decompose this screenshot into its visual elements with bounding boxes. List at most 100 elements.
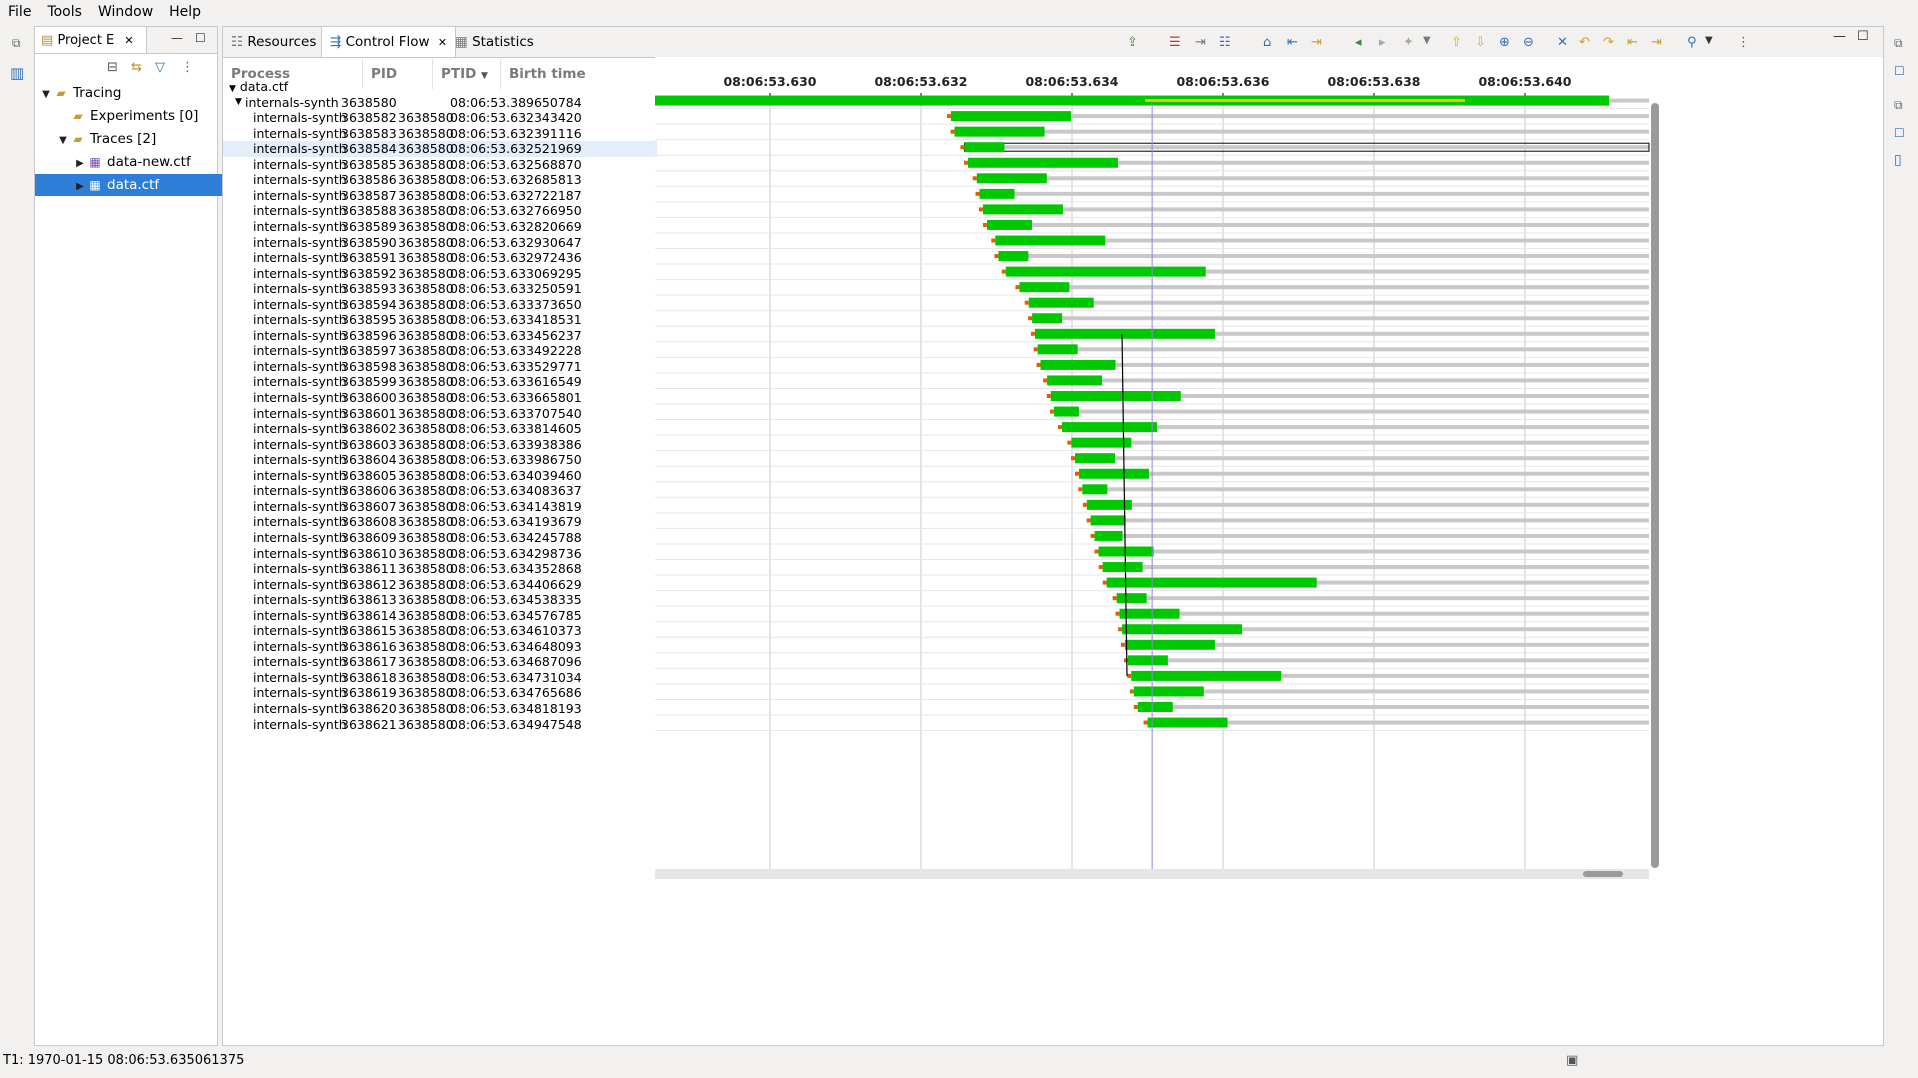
optimize-icon[interactable]: ☰ bbox=[1169, 35, 1181, 50]
maximize-icon[interactable]: ☐ bbox=[195, 31, 206, 45]
follow-back-icon[interactable]: ↶ bbox=[1579, 35, 1590, 50]
legend-icon[interactable]: ☷ bbox=[1219, 35, 1231, 50]
menu-file[interactable]: File bbox=[0, 0, 39, 20]
restore-icon[interactable]: ⧉ bbox=[1894, 98, 1903, 113]
table-row[interactable]: internals-synth 3638609 3638580 08:06:53.63… bbox=[223, 528, 657, 545]
properties-icon[interactable]: ☐ bbox=[1894, 64, 1905, 78]
chevron-down-icon[interactable]: ▼ bbox=[1705, 35, 1713, 46]
table-row[interactable]: internals-synth 3638607 3638580 08:06:53.63… bbox=[223, 497, 657, 514]
menu-window[interactable]: Window bbox=[90, 0, 161, 20]
bookmarks-icon[interactable]: ▯ bbox=[1894, 152, 1902, 168]
table-row[interactable]: internals-synth 3638595 3638580 08:06:53.63… bbox=[223, 310, 657, 327]
markers-icon[interactable]: ✦ bbox=[1403, 35, 1414, 50]
table-row[interactable]: internals-synth 3638583 3638580 08:06:53.63… bbox=[223, 124, 657, 141]
timegraph[interactable]: 08:06:53.630 08:06:53.632 08:06:53.634 08:0… bbox=[655, 57, 1883, 1047]
birth-marker bbox=[1120, 642, 1125, 647]
chevron-down-icon[interactable]: ▼ bbox=[1423, 35, 1431, 46]
table-row[interactable]: internals-synth 3638620 3638580 08:06:53.63… bbox=[223, 699, 657, 716]
prev-marker-icon[interactable]: ◂ bbox=[1355, 35, 1362, 50]
expand-closed-icon[interactable]: ▶ bbox=[73, 176, 87, 198]
table-row[interactable]: internals-synth 3638590 3638580 08:06:53.63… bbox=[223, 233, 657, 250]
table-row[interactable]: internals-synth 3638584 3638580 08:06:53.63… bbox=[223, 139, 657, 156]
table-row[interactable]: internals-synth 3638589 3638580 08:06:53.63… bbox=[223, 217, 657, 234]
table-row[interactable]: internals-synth 3638599 3638580 08:06:53.63… bbox=[223, 372, 657, 389]
menu-tools[interactable]: Tools bbox=[39, 0, 90, 20]
table-row[interactable]: internals-synth 3638588 3638580 08:06:53.63… bbox=[223, 201, 657, 218]
console-icon[interactable]: ☐ bbox=[1894, 126, 1905, 140]
table-row[interactable]: internals-synth 3638586 3638580 08:06:53.63… bbox=[223, 170, 657, 187]
tree-item[interactable]: ▼ ▰ Tracing bbox=[35, 82, 221, 104]
tree-item[interactable]: ▼ ▰ Traces [2] bbox=[35, 128, 238, 150]
view-menu-icon[interactable]: ⋮ bbox=[1737, 35, 1750, 50]
table-row[interactable]: internals-synth 3638617 3638580 08:06:53.63… bbox=[223, 652, 657, 669]
expand-open-icon[interactable]: ▼ bbox=[56, 130, 70, 152]
restore-icon[interactable]: ⧉ bbox=[12, 36, 21, 51]
export-icon[interactable]: ⇪ bbox=[1127, 35, 1138, 50]
arrow-up-icon[interactable]: ⇧ bbox=[1451, 35, 1462, 50]
table-row[interactable]: internals-synth 3638621 3638580 08:06:53.63… bbox=[223, 715, 657, 732]
table-row[interactable]: ▼ internals-synth 3638580 08:06:53.38965078… bbox=[223, 93, 657, 110]
follow-forward-icon[interactable]: ↷ bbox=[1603, 35, 1614, 50]
prev-event-icon[interactable]: ⇤ bbox=[1287, 35, 1298, 50]
zoom-in-icon[interactable]: ⊕ bbox=[1499, 35, 1510, 50]
tab-project-explorer[interactable]: ▤ Project E ✕ bbox=[35, 27, 147, 53]
table-row[interactable]: internals-synth 3638601 3638580 08:06:53.63… bbox=[223, 404, 657, 421]
table-row[interactable]: internals-synth 3638605 3638580 08:06:53.63… bbox=[223, 466, 657, 483]
filter-icon[interactable]: ▽ bbox=[155, 60, 165, 75]
time-tick-label: 08:06:53.640 bbox=[1478, 74, 1571, 89]
pin-view-icon[interactable]: ⚲ bbox=[1687, 35, 1697, 50]
home-icon[interactable]: ⌂ bbox=[1263, 35, 1271, 50]
next-marker-icon[interactable]: ▸ bbox=[1379, 35, 1386, 50]
table-row[interactable]: internals-synth 3638596 3638580 08:06:53.63… bbox=[223, 326, 657, 343]
tree-item[interactable]: ▰ Experiments [0] bbox=[35, 105, 238, 127]
select-prev-icon[interactable]: ⇤ bbox=[1627, 35, 1638, 50]
waiting-state bbox=[1082, 487, 1649, 492]
view-menu-icon[interactable]: ⋮ bbox=[181, 60, 194, 75]
histogram-icon[interactable]: ▥ bbox=[10, 64, 24, 82]
table-row[interactable]: internals-synth 3638618 3638580 08:06:53.63… bbox=[223, 668, 657, 685]
link-editor-icon[interactable]: ⇆ bbox=[131, 60, 142, 75]
maximize-icon[interactable]: ☐ bbox=[1857, 29, 1869, 44]
table-row[interactable]: internals-synth 3638582 3638580 08:06:53.63… bbox=[223, 108, 657, 125]
table-row[interactable]: internals-synth 3638612 3638580 08:06:53.63… bbox=[223, 575, 657, 592]
next-event-icon[interactable]: ⇥ bbox=[1311, 35, 1322, 50]
table-row[interactable]: internals-synth 3638608 3638580 08:06:53.63… bbox=[223, 512, 657, 529]
table-row[interactable]: internals-synth 3638587 3638580 08:06:53.63… bbox=[223, 186, 657, 203]
table-row[interactable]: internals-synth 3638593 3638580 08:06:53.63… bbox=[223, 279, 657, 296]
table-row[interactable]: internals-synth 3638610 3638580 08:06:53.63… bbox=[223, 544, 657, 561]
table-row[interactable]: internals-synth 3638604 3638580 08:06:53.63… bbox=[223, 450, 657, 467]
collapse-all-icon[interactable]: ⊟ bbox=[107, 60, 118, 75]
table-row[interactable]: internals-synth 3638591 3638580 08:06:53.63… bbox=[223, 248, 657, 265]
table-row[interactable]: internals-synth 3638600 3638580 08:06:53.63… bbox=[223, 388, 657, 405]
table-row[interactable]: internals-synth 3638598 3638580 08:06:53.63… bbox=[223, 357, 657, 374]
minimize-icon[interactable]: — bbox=[1833, 29, 1846, 44]
table-row[interactable]: internals-synth 3638613 3638580 08:06:53.63… bbox=[223, 590, 657, 607]
table-row[interactable]: internals-synth 3638597 3638580 08:06:53.63… bbox=[223, 341, 657, 358]
close-icon[interactable]: ✕ bbox=[124, 34, 133, 47]
minimize-icon[interactable]: — bbox=[171, 31, 183, 45]
table-row[interactable]: internals-synth 3638606 3638580 08:06:53.63… bbox=[223, 481, 657, 498]
menu-help[interactable]: Help bbox=[161, 0, 209, 20]
table-row[interactable]: internals-synth 3638602 3638580 08:06:53.63… bbox=[223, 419, 657, 436]
zoom-out-icon[interactable]: ⊖ bbox=[1523, 35, 1534, 50]
restore-icon[interactable]: ⧉ bbox=[1894, 36, 1903, 51]
table-row[interactable]: internals-synth 3638614 3638580 08:06:53.63… bbox=[223, 606, 657, 623]
table-row[interactable]: internals-synth 3638611 3638580 08:06:53.63… bbox=[223, 559, 657, 576]
status-icon[interactable]: ▣ bbox=[1566, 1053, 1578, 1068]
expand-open-icon[interactable]: ▼ bbox=[39, 84, 53, 106]
running-state bbox=[1040, 359, 1116, 370]
expand-closed-icon[interactable]: ▶ bbox=[73, 153, 87, 175]
table-row[interactable]: internals-synth 3638603 3638580 08:06:53.63… bbox=[223, 435, 657, 452]
expand-icon[interactable]: ⇥ bbox=[1195, 35, 1206, 50]
hide-arrows-icon[interactable]: ✕ bbox=[1557, 35, 1568, 50]
arrow-down-icon[interactable]: ⇩ bbox=[1475, 35, 1486, 50]
table-row[interactable]: internals-synth 3638616 3638580 08:06:53.63… bbox=[223, 637, 657, 654]
table-row[interactable]: internals-synth 3638585 3638580 08:06:53.63… bbox=[223, 155, 657, 172]
table-row[interactable]: internals-synth 3638594 3638580 08:06:53.63… bbox=[223, 295, 657, 312]
table-row[interactable]: internals-synth 3638615 3638580 08:06:53.63… bbox=[223, 621, 657, 638]
waiting-state bbox=[1137, 705, 1649, 709]
birth-marker bbox=[978, 207, 983, 212]
table-row[interactable]: internals-synth 3638619 3638580 08:06:53.63… bbox=[223, 683, 657, 700]
select-next-icon[interactable]: ⇥ bbox=[1651, 35, 1662, 50]
table-row[interactable]: internals-synth 3638592 3638580 08:06:53.63… bbox=[223, 264, 657, 281]
